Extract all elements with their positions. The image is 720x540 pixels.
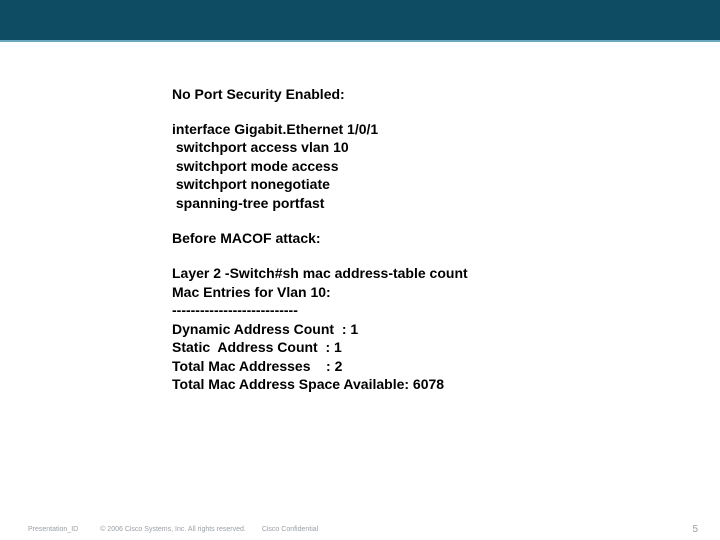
footer-confidential: Cisco Confidential [262, 526, 318, 533]
slide-content: No Port Security Enabled: interface Giga… [172, 86, 672, 412]
footer-presentation-id: Presentation_ID [28, 526, 78, 533]
interface-config-block: interface Gigabit.Ethernet 1/0/1 switchp… [172, 120, 672, 212]
footer-copyright: © 2006 Cisco Systems, Inc. All rights re… [100, 526, 246, 533]
section-heading-no-port-security: No Port Security Enabled: [172, 86, 672, 102]
mac-table-block: Layer 2 -Switch#sh mac address-table cou… [172, 264, 672, 393]
title-bar [0, 0, 720, 42]
slide-footer: Presentation_ID © 2006 Cisco Systems, In… [0, 518, 720, 540]
footer-page-number: 5 [692, 524, 698, 535]
section-heading-before-attack: Before MACOF attack: [172, 230, 672, 246]
